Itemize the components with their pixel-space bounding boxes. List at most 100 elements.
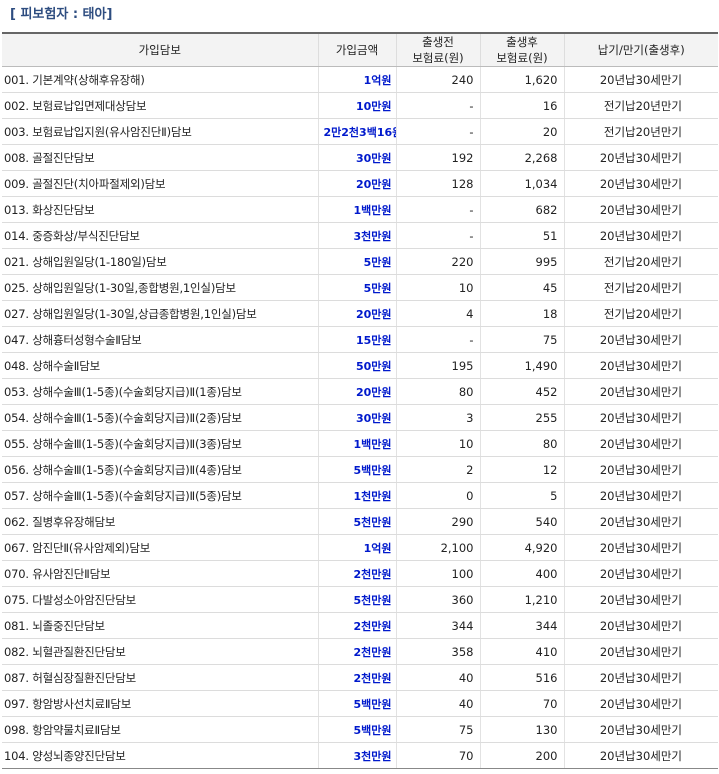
coverage-cell: 053. 상해수술Ⅲ(1-5종)(수술회당지급)Ⅱ(1종)담보 [2,378,318,405]
amount-cell: 5백만원 [317,690,396,717]
table-row: 047. 상해흉터성형수술Ⅱ담보 15만원 -75 20년납30세만기 [2,326,718,353]
header-post-birth-premium: 출생후 보험료(원) [479,33,564,67]
term-cell: 20년납30세만기 [563,456,718,483]
post-birth-premium-cell: 4,920 [479,534,564,561]
term-cell: 20년납30세만기 [563,170,718,197]
coverage-cell: 056. 상해수술Ⅲ(1-5종)(수술회당지급)Ⅱ(4종)담보 [2,456,318,483]
amount-cell: 5만원 [317,248,396,275]
coverage-cell: 054. 상해수술Ⅲ(1-5종)(수술회당지급)Ⅱ(2종)담보 [2,404,318,431]
table-row: 081. 뇌졸중진단담보 2천만원 344 344 20년납30세만기 [2,612,718,639]
table-row: 097. 항암방사선치료Ⅱ담보 5백만원 40 70 20년납30세만기 [2,690,718,717]
post-birth-premium-cell: 130 [479,716,564,743]
table-row: 003. 보험료납입지원(유사암진단Ⅱ)담보 2만2천3백16원 -20 전기납20년… [2,118,718,145]
pre-birth-premium-cell: - [395,222,480,249]
amount-cell: 1백만원 [317,196,396,223]
table-row: 057. 상해수술Ⅲ(1-5종)(수술회당지급)Ⅱ(5종)담보 1천만원 0 5 20년… [2,482,718,509]
pre-birth-premium-cell: 2,100 [395,534,480,561]
header-coverage: 가입담보 [2,33,318,67]
header-pre-birth-line2: 보험료(원) [412,51,464,65]
coverage-cell: 048. 상해수술Ⅱ담보 [2,352,318,379]
post-birth-premium-cell: 344 [479,612,564,639]
header-pre-birth-premium: 출생전 보험료(원) [395,33,480,67]
term-cell: 전기납20세만기 [563,300,718,327]
coverage-cell: 014. 중증화상/부식진단담보 [2,222,318,249]
post-birth-premium-cell: 540 [479,508,564,535]
amount-cell: 50만원 [317,352,396,379]
pre-birth-premium-cell: 75 [395,716,480,743]
coverage-cell: 098. 항암약물치료Ⅱ담보 [2,716,318,743]
amount-cell: 5천만원 [317,586,396,613]
pre-birth-premium-cell: 195 [395,352,480,379]
post-birth-premium-cell: 1,620 [479,66,564,93]
amount-cell: 3천만원 [317,222,396,249]
coverage-cell: 027. 상해입원일당(1-30일,상급종합병원,1인실)담보 [2,300,318,327]
term-cell: 20년납30세만기 [563,352,718,379]
pre-birth-premium-cell: 80 [395,378,480,405]
post-birth-premium-cell: 200 [479,742,564,769]
coverage-cell: 001. 기본계약(상해후유장해) [2,66,318,93]
header-term: 납기/만기(출생후) [563,33,718,67]
table-row: 067. 암진단Ⅱ(유사암제외)담보 1억원 2,100 4,920 20년납30세만기 [2,534,718,561]
post-birth-premium-cell: 75 [479,326,564,353]
coverage-cell: 070. 유사암진단Ⅱ담보 [2,560,318,587]
table-row: 098. 항암약물치료Ⅱ담보 5백만원 75 130 20년납30세만기 [2,716,718,743]
post-birth-premium-cell: 51 [479,222,564,249]
term-cell: 20년납30세만기 [563,66,718,93]
term-cell: 20년납30세만기 [563,534,718,561]
table-row: 021. 상해입원일당(1-180일)담보 5만원 220 995 전기납20세만기 [2,248,718,275]
amount-cell: 3천만원 [317,742,396,769]
amount-cell: 2천만원 [317,612,396,639]
pre-birth-premium-cell: 2 [395,456,480,483]
term-cell: 20년납30세만기 [563,560,718,587]
pre-birth-premium-cell: 0 [395,482,480,509]
pre-birth-premium-cell: 220 [395,248,480,275]
header-post-birth-line2: 보험료(원) [496,51,548,65]
post-birth-premium-cell: 5 [479,482,564,509]
term-cell: 20년납30세만기 [563,144,718,171]
header-amount: 가입금액 [317,33,396,67]
amount-cell: 1억원 [317,66,396,93]
table-row: 104. 양성뇌종양진단담보 3천만원 70 200 20년납30세만기 [2,742,718,769]
coverage-cell: 087. 허혈심장질환진단담보 [2,664,318,691]
amount-cell: 30만원 [317,144,396,171]
coverage-cell: 025. 상해입원일당(1-30일,종합병원,1인실)담보 [2,274,318,301]
pre-birth-premium-cell: 240 [395,66,480,93]
amount-cell: 2천만원 [317,560,396,587]
amount-cell: 1백만원 [317,430,396,457]
coverage-cell: 067. 암진단Ⅱ(유사암제외)담보 [2,534,318,561]
term-cell: 20년납30세만기 [563,404,718,431]
table-row: 001. 기본계약(상해후유장해) 1억원 240 1,620 20년납30세만기 [2,66,718,93]
term-cell: 20년납30세만기 [563,430,718,457]
amount-cell: 10만원 [317,92,396,119]
amount-cell: 1천만원 [317,482,396,509]
table-row: 082. 뇌혈관질환진단담보 2천만원 358 410 20년납30세만기 [2,638,718,665]
table-row: 062. 질병후유장해담보 5천만원 290 540 20년납30세만기 [2,508,718,535]
pre-birth-premium-cell: 344 [395,612,480,639]
post-birth-premium-cell: 1,210 [479,586,564,613]
post-birth-premium-cell: 410 [479,638,564,665]
table-row: 048. 상해수술Ⅱ담보 50만원 195 1,490 20년납30세만기 [2,352,718,379]
post-birth-premium-cell: 70 [479,690,564,717]
term-cell: 20년납30세만기 [563,508,718,535]
pre-birth-premium-cell: 3 [395,404,480,431]
amount-cell: 2천만원 [317,638,396,665]
table-row: 075. 다발성소아암진단담보 5천만원 360 1,210 20년납30세만기 [2,586,718,613]
amount-cell: 2만2천3백16원 [317,118,396,145]
coverage-cell: 081. 뇌졸중진단담보 [2,612,318,639]
amount-cell: 15만원 [317,326,396,353]
post-birth-premium-cell: 255 [479,404,564,431]
pre-birth-premium-cell: 290 [395,508,480,535]
term-cell: 20년납30세만기 [563,378,718,405]
pre-birth-premium-cell: 100 [395,560,480,587]
coverage-cell: 008. 골절진단담보 [2,144,318,171]
term-cell: 20년납30세만기 [563,690,718,717]
amount-cell: 5천만원 [317,508,396,535]
post-birth-premium-cell: 80 [479,430,564,457]
pre-birth-premium-cell: - [395,92,480,119]
term-cell: 20년납30세만기 [563,196,718,223]
pre-birth-premium-cell: 128 [395,170,480,197]
term-cell: 전기납20세만기 [563,248,718,275]
term-cell: 20년납30세만기 [563,612,718,639]
term-cell: 20년납30세만기 [563,482,718,509]
table-row: 070. 유사암진단Ⅱ담보 2천만원 100 400 20년납30세만기 [2,560,718,587]
